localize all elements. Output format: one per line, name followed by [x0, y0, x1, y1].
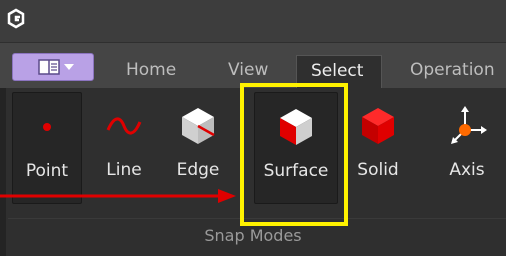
edge-icon	[182, 108, 215, 144]
ribbon-group-separator	[8, 218, 506, 219]
tab-home[interactable]: Home	[126, 55, 176, 89]
app-menu-button[interactable]	[12, 53, 94, 81]
snap-surface-button[interactable]: Surface	[254, 92, 338, 204]
snap-axis-label: Axis	[449, 160, 485, 180]
snap-point-label: Point	[25, 161, 69, 181]
tab-view[interactable]: View	[228, 55, 268, 89]
solid-icon	[362, 108, 394, 144]
snap-surface-label: Surface	[263, 161, 329, 181]
axis-icon	[451, 106, 487, 144]
chevron-down-icon	[64, 64, 74, 70]
snap-edge-label: Edge	[176, 160, 220, 180]
ribbon-group-label: Snap Modes	[204, 226, 302, 245]
ribbon-panel: Point Line Edge Surface Solid Axis Snap …	[0, 88, 506, 256]
ribbon-tab-row: Home View Select Operation	[0, 42, 506, 89]
line-icon	[106, 117, 142, 135]
tab-select[interactable]: Select	[296, 55, 382, 89]
app-logo-icon	[7, 8, 25, 29]
snap-solid-button[interactable]: Solid	[346, 92, 410, 204]
surface-icon	[280, 109, 312, 145]
snap-axis-button[interactable]: Axis	[434, 92, 500, 204]
snap-solid-label: Solid	[357, 160, 399, 180]
title-bar	[0, 0, 506, 42]
book-icon	[38, 59, 60, 75]
snap-line-label: Line	[106, 160, 142, 180]
point-icon	[43, 123, 51, 131]
tab-operation[interactable]: Operation	[410, 55, 495, 89]
pointer-arrow-icon	[0, 189, 236, 203]
